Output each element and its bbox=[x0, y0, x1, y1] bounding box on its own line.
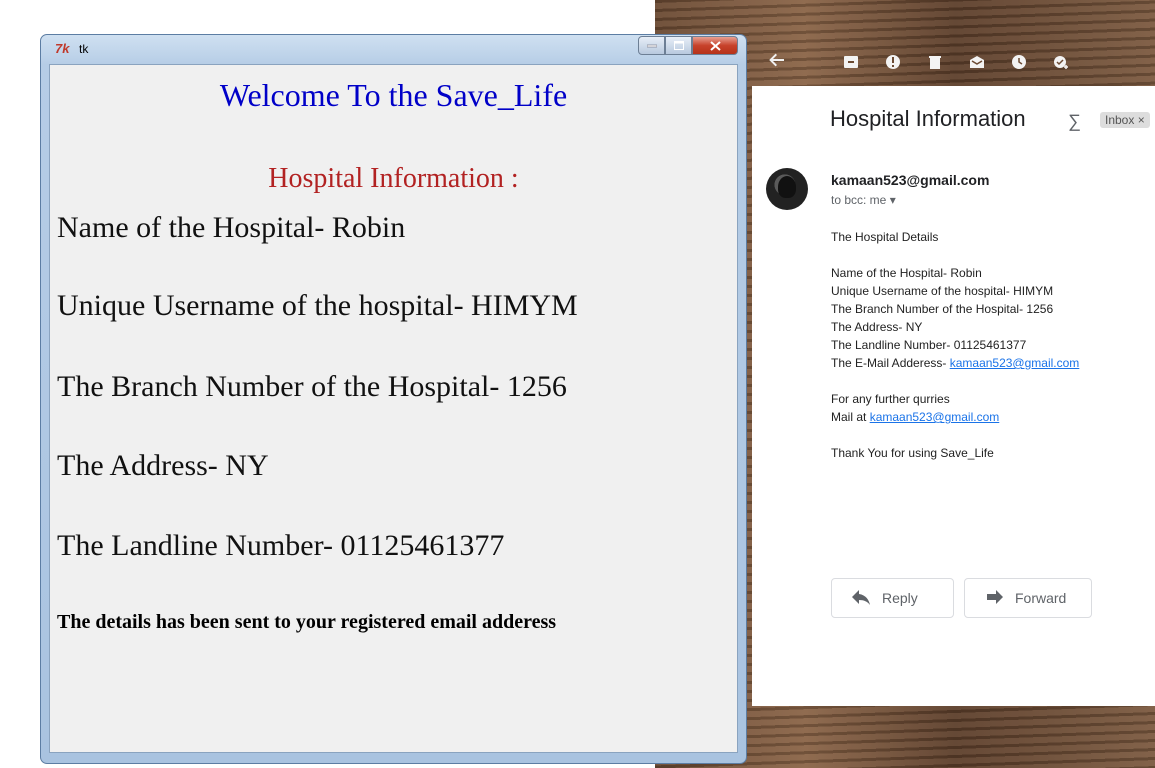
window-title: tk bbox=[79, 42, 89, 56]
forward-label: Forward bbox=[1015, 590, 1067, 606]
body-line: The Landline Number- 01125461377 bbox=[831, 338, 1027, 352]
snooze-icon[interactable] bbox=[1011, 54, 1027, 70]
body-email-prefix: The E-Mail Adderess- bbox=[831, 356, 950, 370]
body-email-line: The E-Mail Adderess- kamaan523@gmail.com bbox=[831, 354, 1079, 372]
welcome-heading: Welcome To the Save_Life bbox=[219, 77, 568, 113]
landline-label: The Landline Number- 01125461377 bbox=[57, 529, 505, 562]
delete-icon[interactable] bbox=[927, 54, 943, 70]
body-intro: The Hospital Details bbox=[831, 230, 939, 244]
body-further: For any further qurries bbox=[831, 392, 950, 406]
body-thanks: Thank You for using Save_Life bbox=[831, 446, 994, 460]
add-to-tasks-icon[interactable] bbox=[1053, 54, 1069, 70]
sender-email: kamaan523@gmail.com bbox=[831, 172, 990, 188]
archive-icon[interactable] bbox=[843, 54, 859, 70]
email-body: The Hospital Details Name of the Hospita… bbox=[831, 228, 1079, 462]
minimize-button[interactable] bbox=[638, 36, 665, 55]
maximize-icon bbox=[673, 41, 684, 50]
branch-number-label: The Branch Number of the Hospital- 1256 bbox=[57, 370, 567, 403]
minimize-icon bbox=[646, 44, 657, 47]
tk-logo-icon: 7k bbox=[55, 41, 70, 56]
reply-icon bbox=[852, 590, 870, 605]
tk-window: 7k tk Welcome To the Save_Life Hospital … bbox=[40, 34, 747, 764]
avatar bbox=[766, 168, 808, 210]
title-bar[interactable]: 7k tk bbox=[41, 35, 746, 63]
forward-icon bbox=[987, 590, 1003, 604]
email-link[interactable]: kamaan523@gmail.com bbox=[950, 356, 1080, 370]
reply-label: Reply bbox=[882, 590, 918, 606]
body-mail-line: Mail at kamaan523@gmail.com bbox=[831, 408, 1079, 426]
reply-button[interactable]: Reply bbox=[831, 578, 954, 618]
close-button[interactable] bbox=[692, 36, 738, 55]
important-marker-icon[interactable]: ∑ bbox=[1068, 111, 1081, 132]
hospital-name-label: Name of the Hospital- Robin bbox=[57, 211, 406, 244]
hospital-username-label: Unique Username of the hospital- HIMYM bbox=[57, 289, 578, 322]
body-line: Name of the Hospital- Robin bbox=[831, 266, 982, 280]
email-sent-notice: The details has been sent to your regist… bbox=[57, 611, 557, 633]
close-icon bbox=[709, 40, 721, 51]
hospital-info-heading: Hospital Information : bbox=[268, 163, 519, 194]
recipient-dropdown[interactable]: to bcc: me ▾ bbox=[831, 193, 896, 207]
forward-button[interactable]: Forward bbox=[964, 578, 1092, 618]
body-line: The Address- NY bbox=[831, 320, 923, 334]
body-mail-prefix: Mail at bbox=[831, 410, 870, 424]
body-line: The Branch Number of the Hospital- 1256 bbox=[831, 302, 1054, 316]
maximize-button[interactable] bbox=[665, 36, 692, 55]
window-content: Welcome To the Save_Life Hospital Inform… bbox=[49, 64, 738, 753]
gmail-toolbar bbox=[757, 38, 1155, 86]
address-label: The Address- NY bbox=[57, 449, 269, 482]
body-line: Unique Username of the hospital- HIMYM bbox=[831, 284, 1054, 298]
inbox-label-badge[interactable]: Inbox × bbox=[1100, 112, 1150, 128]
mark-unread-icon[interactable] bbox=[969, 54, 985, 70]
email-subject: Hospital Information bbox=[830, 106, 1026, 131]
report-spam-icon[interactable] bbox=[885, 54, 901, 70]
window-controls bbox=[638, 36, 738, 55]
mail-link[interactable]: kamaan523@gmail.com bbox=[870, 410, 1000, 424]
